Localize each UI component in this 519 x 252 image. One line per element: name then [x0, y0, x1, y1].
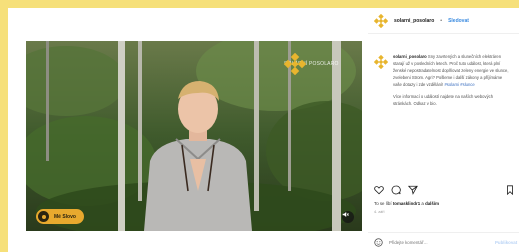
comment-icon[interactable]	[391, 185, 401, 195]
badge-label: Mé Slovo	[54, 213, 76, 220]
post-side-panel: solarni_posolaro • Sledovat solarni_poso…	[368, 8, 519, 252]
publish-button[interactable]: Publikovat	[495, 240, 517, 245]
avatar[interactable]	[374, 13, 388, 28]
heart-icon[interactable]	[374, 185, 384, 195]
emoji-icon[interactable]	[374, 238, 383, 247]
post-header: solarni_posolaro • Sledovat	[368, 8, 519, 34]
send-icon[interactable]	[408, 185, 418, 195]
speaker-muted-icon	[342, 212, 349, 217]
caption-text: solarni_posolaro Sny zavrtených a sluneč…	[393, 53, 511, 112]
bookmark-icon[interactable]	[505, 185, 515, 195]
caption-line: vzdělání!	[426, 82, 444, 87]
badge-icon	[38, 211, 49, 222]
caption-line: posledních letech. Proč tuto událost, kt…	[414, 61, 501, 66]
header-separator: •	[440, 17, 443, 24]
action-bar	[374, 184, 515, 196]
mute-button[interactable]	[342, 211, 354, 223]
follow-button[interactable]: Sledovat	[448, 18, 469, 24]
caption-line: Sny zavrtených a	[427, 54, 461, 59]
caption-username[interactable]: solarni_posolaro	[393, 54, 427, 59]
post-card: SOLÁRNÍ POSOLARO Mé Slovo solarni_posola…	[8, 8, 519, 252]
caption-avatar[interactable]	[374, 55, 388, 69]
header-username[interactable]: solarni_posolaro	[394, 18, 434, 24]
likes-summary: To se líbí tomasklindr1 a dalším	[374, 201, 439, 206]
likes-others[interactable]: dalším	[425, 201, 439, 206]
caption-line: Strom. Agri? Pošleme i další	[411, 75, 465, 80]
comment-box: Publikovat	[368, 232, 519, 252]
brand-watermark: SOLÁRNÍ POSOLARO	[284, 53, 339, 75]
caption: solarni_posolaro Sny zavrtených a sluneč…	[374, 53, 515, 112]
diamond-flower-logo-icon	[284, 53, 306, 75]
likes-and: a	[421, 201, 424, 206]
caption-more: Více informací o událostí najdete na naš…	[393, 94, 494, 106]
reel-badge[interactable]: Mé Slovo	[36, 209, 84, 224]
likes-prefix: To se líbí	[374, 201, 392, 206]
caption-hashtags[interactable]: #solarni #slunce	[444, 82, 474, 87]
likes-user[interactable]: tomasklindr1	[393, 201, 420, 206]
post-date: 4. září	[374, 210, 385, 214]
comment-input[interactable]	[389, 240, 489, 245]
caption-line: ženské nepostradatelnost doplňovat	[393, 68, 461, 73]
reel-video[interactable]: SOLÁRNÍ POSOLARO Mé Slovo	[26, 41, 362, 231]
